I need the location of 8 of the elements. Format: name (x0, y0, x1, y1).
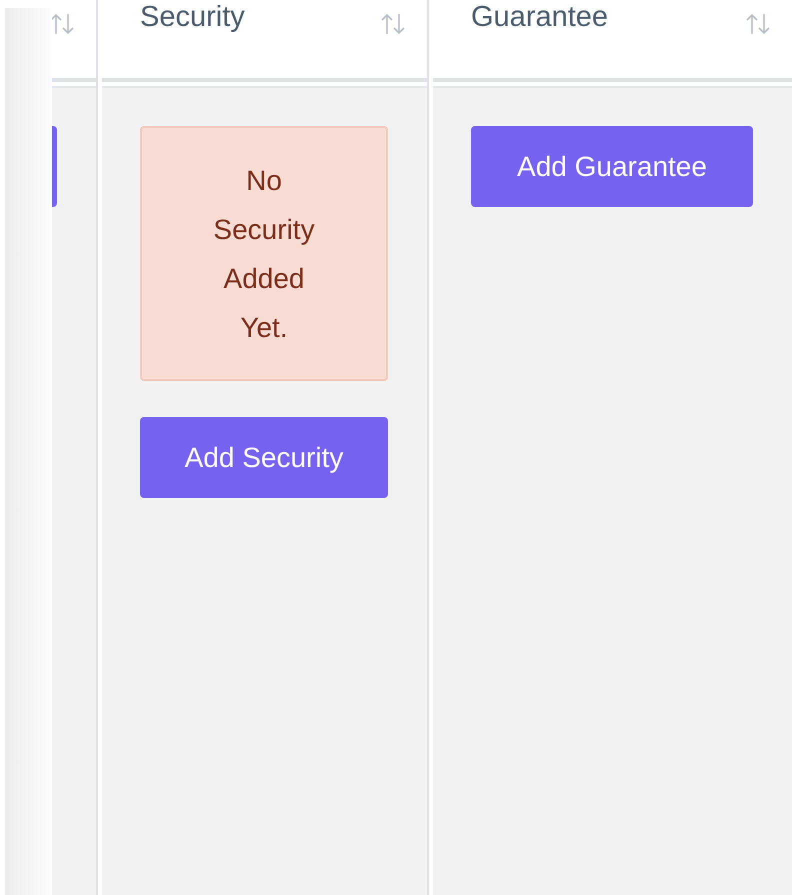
add-button[interactable]: Add Security (140, 417, 388, 498)
add-button[interactable]: Add Guarantee (471, 126, 753, 207)
column-heading: Guarantee (471, 0, 608, 34)
sort-icon[interactable] (52, 12, 76, 36)
column-heading: Security (140, 0, 245, 34)
sort-icon[interactable] (744, 12, 772, 36)
sort-icon[interactable] (379, 12, 407, 36)
empty-notice: No Security Added Yet. (140, 126, 388, 381)
